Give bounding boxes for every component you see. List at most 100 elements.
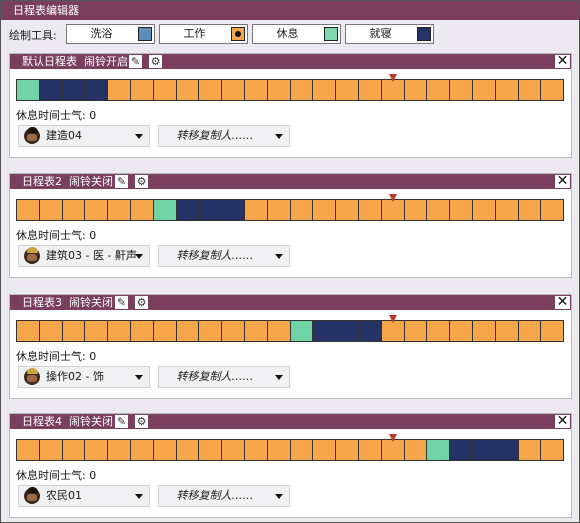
- schedule-block-work[interactable]: [450, 200, 472, 220]
- schedule-block-work[interactable]: [17, 440, 39, 460]
- gear-icon[interactable]: ⚙: [134, 295, 149, 310]
- pencil-icon[interactable]: ✎: [114, 295, 129, 310]
- schedule-block-sleep[interactable]: [39, 80, 62, 100]
- schedule-block-work[interactable]: [381, 200, 404, 220]
- schedule-block-work[interactable]: [62, 440, 85, 460]
- schedule-block-sleep[interactable]: [313, 321, 336, 341]
- schedule-block-sleep[interactable]: [85, 80, 108, 100]
- schedule-block-sleep[interactable]: [222, 200, 244, 220]
- schedule-block-work[interactable]: [199, 321, 222, 341]
- schedule-block-sleep[interactable]: [495, 440, 518, 460]
- schedule-block-work[interactable]: [62, 200, 85, 220]
- schedule-block-work[interactable]: [17, 321, 39, 341]
- schedule-block-sleep[interactable]: [176, 200, 199, 220]
- schedule-block-work[interactable]: [130, 440, 153, 460]
- schedule-block-work[interactable]: [39, 440, 62, 460]
- schedule-block-work[interactable]: [267, 80, 290, 100]
- schedule-title[interactable]: 默认日程表 闹铃开启: [22, 54, 128, 69]
- schedule-block-work[interactable]: [358, 440, 381, 460]
- duplicant-dropdown[interactable]: 操作02 - 饰: [18, 366, 150, 388]
- schedule-block-work[interactable]: [381, 321, 404, 341]
- tool-sleep[interactable]: 就寝: [345, 24, 434, 44]
- schedule-block-work[interactable]: [130, 200, 153, 220]
- schedule-block-work[interactable]: [290, 440, 313, 460]
- schedule-block-sleep[interactable]: [62, 80, 85, 100]
- schedule-block-work[interactable]: [404, 200, 427, 220]
- schedule-timeline[interactable]: [16, 320, 564, 342]
- schedule-block-work[interactable]: [472, 321, 495, 341]
- schedule-block-work[interactable]: [176, 80, 199, 100]
- schedule-block-work[interactable]: [176, 440, 199, 460]
- schedule-block-work[interactable]: [62, 321, 85, 341]
- schedule-block-work[interactable]: [130, 80, 153, 100]
- schedule-block-work[interactable]: [244, 440, 267, 460]
- schedule-block-work[interactable]: [153, 440, 176, 460]
- schedule-block-work[interactable]: [518, 440, 541, 460]
- schedule-block-work[interactable]: [404, 80, 427, 100]
- tool-recreation[interactable]: 休息: [252, 24, 341, 44]
- schedule-block-sleep[interactable]: [199, 200, 222, 220]
- schedule-block-work[interactable]: [17, 200, 39, 220]
- schedule-block-recreation[interactable]: [17, 80, 39, 100]
- schedule-title[interactable]: 日程表4 闹铃关闭: [22, 414, 113, 429]
- schedule-block-work[interactable]: [199, 440, 222, 460]
- schedule-block-work[interactable]: [290, 200, 313, 220]
- transfer-dupe-dropdown[interactable]: 转移复制人……: [158, 245, 290, 267]
- tool-bath[interactable]: 洗浴: [66, 24, 155, 44]
- transfer-dupe-dropdown[interactable]: 转移复制人……: [158, 125, 290, 147]
- schedule-block-work[interactable]: [244, 80, 267, 100]
- schedule-block-work[interactable]: [541, 321, 564, 341]
- schedule-block-sleep[interactable]: [358, 321, 381, 341]
- schedule-block-work[interactable]: [472, 200, 495, 220]
- schedule-block-work[interactable]: [267, 440, 290, 460]
- schedule-block-work[interactable]: [313, 80, 336, 100]
- schedule-block-work[interactable]: [108, 440, 130, 460]
- schedule-block-work[interactable]: [199, 80, 222, 100]
- schedule-block-work[interactable]: [404, 321, 427, 341]
- schedule-block-work[interactable]: [472, 80, 495, 100]
- schedule-block-work[interactable]: [495, 321, 518, 341]
- schedule-block-work[interactable]: [267, 200, 290, 220]
- pencil-icon[interactable]: ✎: [114, 174, 129, 189]
- schedule-block-work[interactable]: [336, 440, 358, 460]
- schedule-block-work[interactable]: [222, 80, 244, 100]
- schedule-timeline[interactable]: [16, 439, 564, 461]
- schedule-block-recreation[interactable]: [427, 440, 450, 460]
- schedule-timeline[interactable]: [16, 79, 564, 101]
- schedule-block-work[interactable]: [336, 80, 358, 100]
- schedule-block-sleep[interactable]: [450, 440, 472, 460]
- schedule-block-work[interactable]: [108, 80, 130, 100]
- close-icon[interactable]: ✕: [554, 414, 571, 429]
- schedule-block-work[interactable]: [427, 321, 450, 341]
- schedule-block-work[interactable]: [176, 321, 199, 341]
- schedule-block-work[interactable]: [427, 200, 450, 220]
- gear-icon[interactable]: ⚙: [148, 54, 163, 69]
- schedule-block-work[interactable]: [244, 321, 267, 341]
- schedule-title[interactable]: 日程表2 闹铃关闭: [22, 174, 113, 189]
- schedule-block-work[interactable]: [427, 80, 450, 100]
- duplicant-dropdown[interactable]: 建筑03 - 医 - 鼾声: [18, 245, 150, 267]
- schedule-block-work[interactable]: [495, 200, 518, 220]
- schedule-block-work[interactable]: [313, 440, 336, 460]
- schedule-block-work[interactable]: [222, 440, 244, 460]
- schedule-block-work[interactable]: [381, 440, 404, 460]
- schedule-block-work[interactable]: [290, 80, 313, 100]
- schedule-block-work[interactable]: [39, 321, 62, 341]
- schedule-block-work[interactable]: [39, 200, 62, 220]
- schedule-block-work[interactable]: [222, 321, 244, 341]
- duplicant-dropdown[interactable]: 农民01: [18, 485, 150, 507]
- schedule-block-recreation[interactable]: [290, 321, 313, 341]
- gear-icon[interactable]: ⚙: [134, 414, 149, 429]
- schedule-block-recreation[interactable]: [153, 200, 176, 220]
- close-icon[interactable]: ✕: [554, 54, 571, 69]
- schedule-block-work[interactable]: [244, 200, 267, 220]
- schedule-block-work[interactable]: [450, 80, 472, 100]
- schedule-block-work[interactable]: [450, 321, 472, 341]
- duplicant-dropdown[interactable]: 建造04: [18, 125, 150, 147]
- schedule-block-work[interactable]: [153, 80, 176, 100]
- schedule-block-work[interactable]: [518, 200, 541, 220]
- schedule-block-work[interactable]: [495, 80, 518, 100]
- schedule-block-work[interactable]: [358, 200, 381, 220]
- schedule-block-work[interactable]: [267, 321, 290, 341]
- schedule-block-work[interactable]: [313, 200, 336, 220]
